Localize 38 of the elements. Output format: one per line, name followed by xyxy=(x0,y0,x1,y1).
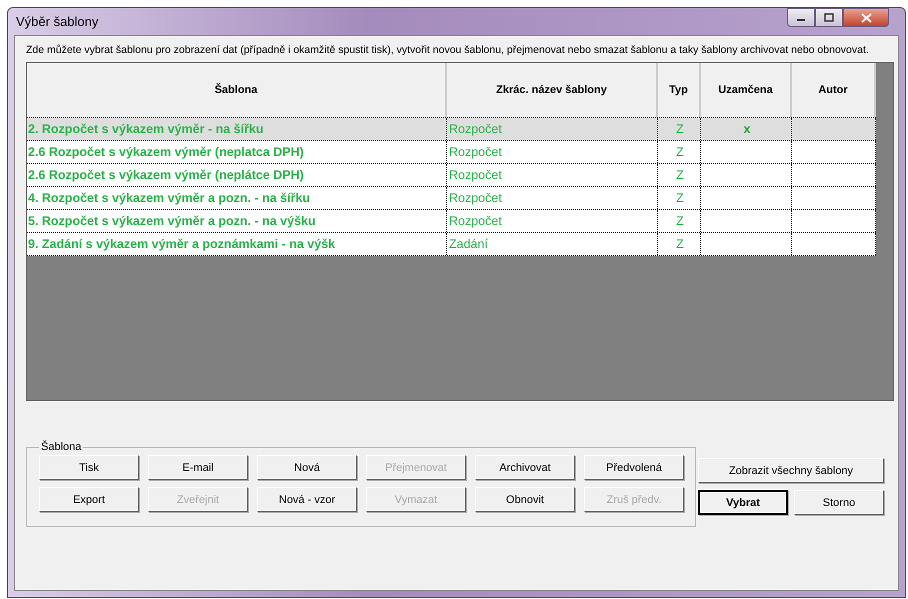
dialog-button[interactable]: Storno xyxy=(794,490,884,515)
action-button[interactable]: Archivovat xyxy=(475,455,575,480)
action-button[interactable]: Nová - vzor xyxy=(257,487,357,512)
action-button[interactable]: Obnovit xyxy=(475,487,575,512)
table-cell: Rozpočet xyxy=(447,164,658,186)
table-cell: Z xyxy=(658,164,701,186)
table-cell: 2.6 Rozpočet s výkazem výměr (neplatca DPH) xyxy=(27,141,447,163)
dialog-button[interactable]: Zobrazit všechny šablony xyxy=(698,458,884,483)
table-cell: 4. Rozpočet s výkazem výměr a pozn. - na šířku xyxy=(27,187,447,209)
table-cell: Z xyxy=(658,233,701,255)
table-cell: Rozpočet xyxy=(447,141,658,163)
table-cell: Rozpočet xyxy=(447,210,658,232)
table-cell: Rozpočet xyxy=(447,118,658,140)
group-title: Šablona xyxy=(40,441,82,453)
table-cell: 9. Zadání s výkazem výměr a poznámkami - na výšk xyxy=(27,233,447,255)
table-cell: 5. Rozpočet s výkazem výměr a pozn. - na výšku xyxy=(27,210,447,232)
dialog-button[interactable]: Vybrat xyxy=(698,490,788,515)
action-button[interactable]: Předvolená xyxy=(584,455,684,480)
description-text: Zde můžete vybrat šablonu pro zobrazení dat (případně i okamžitě spustit tisk), vytvořit novou šablonu, přejmenovat nebo smazat šablonu a taky šablony archivovat nebo obnovovat. xyxy=(26,44,870,56)
table-cell: Z xyxy=(658,187,701,209)
locked-mark: x xyxy=(744,122,750,136)
close-icon xyxy=(860,12,872,22)
window-title: Výběr šablony xyxy=(15,14,98,29)
maximize-button[interactable] xyxy=(815,8,843,27)
action-button[interactable]: Nová xyxy=(257,455,357,480)
table-cell: Zadání xyxy=(447,233,658,255)
maximize-icon xyxy=(824,13,834,22)
table-cell: Rozpočet xyxy=(447,187,658,209)
table-cell: Z xyxy=(658,210,701,232)
action-button[interactable]: Export xyxy=(39,487,139,512)
table-cell: Z xyxy=(658,141,701,163)
table-cell: 2.6 Rozpočet s výkazem výměr (neplátce DPH) xyxy=(27,164,447,186)
close-button[interactable] xyxy=(843,8,889,27)
action-button[interactable]: E-mail xyxy=(148,455,248,480)
minimize-button[interactable] xyxy=(787,8,815,27)
action-button[interactable]: Tisk xyxy=(39,455,139,480)
table-cell: 2. Rozpočet s výkazem výměr - na šířku xyxy=(27,118,447,140)
table-cell: Z xyxy=(658,118,701,140)
